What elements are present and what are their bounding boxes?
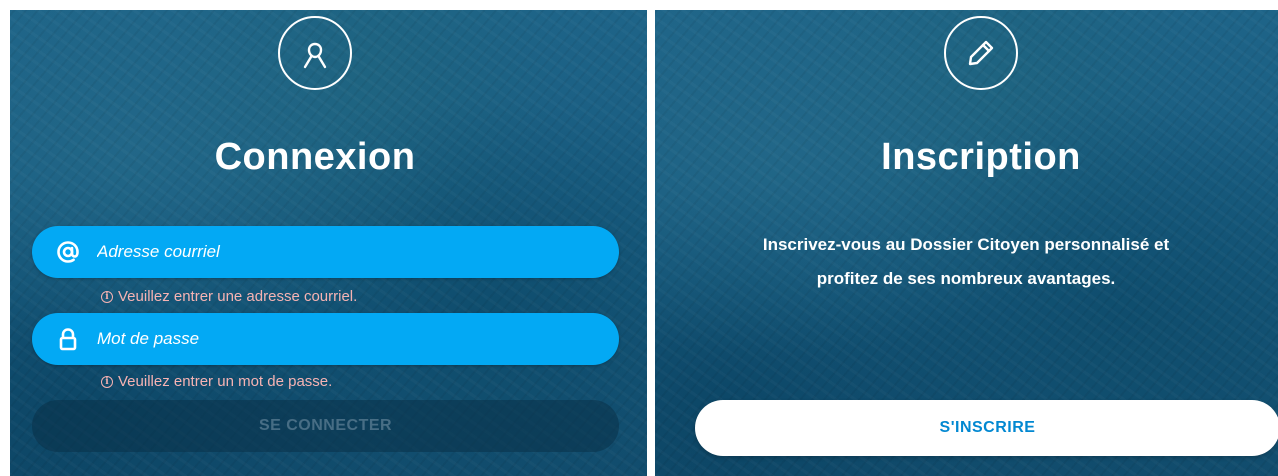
signup-panel: Inscription Inscrivez-vous au Dossier Ci… bbox=[655, 10, 1278, 476]
email-error: i Veuillez entrer une adresse courriel. bbox=[101, 288, 357, 305]
email-input[interactable] bbox=[95, 225, 619, 279]
password-error: i Veuillez entrer un mot de passe. bbox=[101, 373, 332, 390]
email-field[interactable] bbox=[32, 225, 619, 279]
password-field[interactable] bbox=[32, 312, 619, 366]
pencil-icon bbox=[944, 16, 1018, 90]
user-icon bbox=[278, 16, 352, 90]
email-error-text: Veuillez entrer une adresse courriel. bbox=[118, 288, 358, 305]
lock-icon bbox=[53, 327, 83, 351]
info-icon: i bbox=[101, 375, 113, 388]
info-icon: i bbox=[101, 290, 113, 303]
login-button[interactable]: SE CONNECTER bbox=[32, 400, 619, 452]
password-input[interactable] bbox=[95, 312, 619, 366]
signup-button[interactable]: S'INSCRIRE bbox=[695, 400, 1278, 456]
password-error-text: Veuillez entrer un mot de passe. bbox=[118, 373, 333, 390]
login-title: Connexion bbox=[214, 136, 416, 178]
signup-description: Inscrivez-vous au Dossier Citoyen person… bbox=[762, 235, 1170, 288]
signup-title: Inscription bbox=[881, 136, 1081, 178]
at-sign-icon bbox=[53, 240, 83, 264]
login-panel: Connexion i Veuillez entrer une adresse … bbox=[10, 10, 647, 476]
auth-page: Connexion i Veuillez entrer une adresse … bbox=[0, 0, 1278, 476]
